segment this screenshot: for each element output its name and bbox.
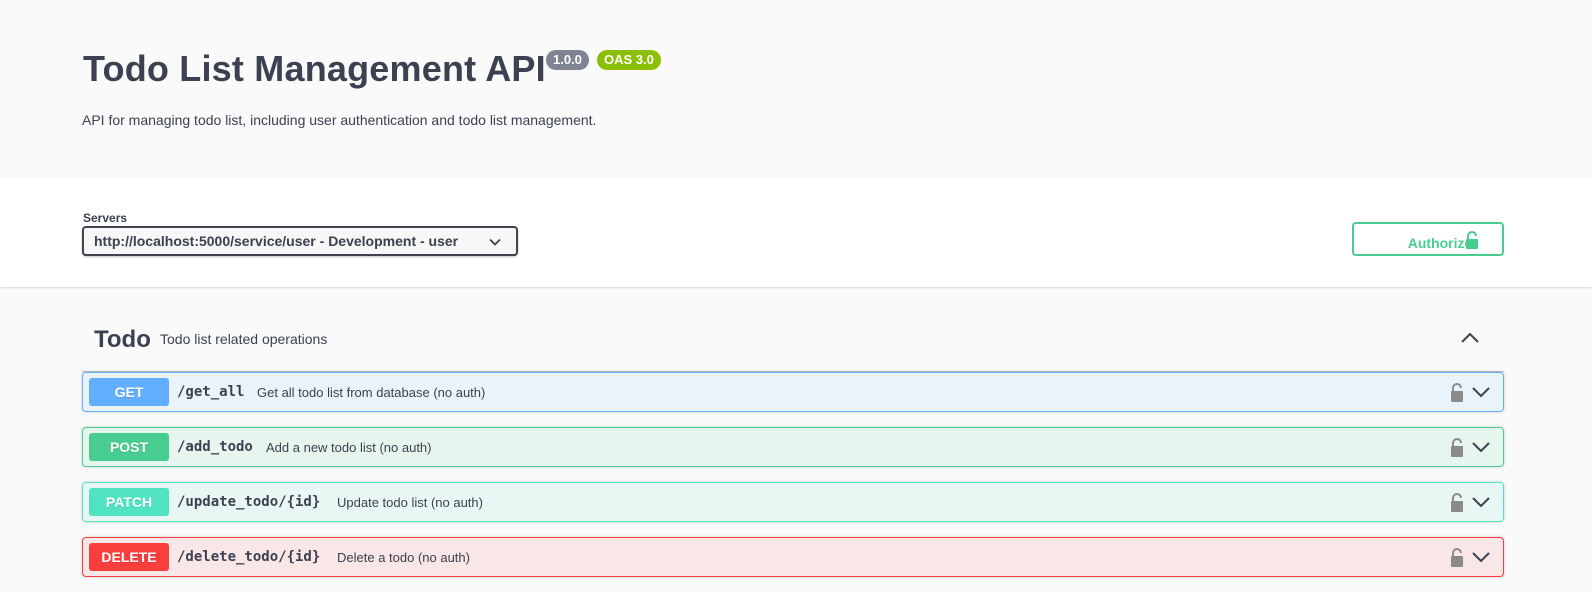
chevron-down-icon[interactable]: [1471, 383, 1491, 401]
api-title: Todo List Management API: [83, 48, 546, 89]
servers-label: Servers: [83, 211, 128, 225]
unlock-icon[interactable]: [1449, 492, 1465, 512]
method-badge: POST: [89, 433, 169, 461]
method-badge: PATCH: [89, 488, 169, 516]
chevron-up-icon[interactable]: [1460, 328, 1480, 348]
info-section: Todo List Management API 1.0.0 OAS 3.0 A…: [0, 0, 1592, 178]
oas-badge: OAS 3.0: [597, 50, 661, 70]
unlock-icon[interactable]: [1449, 547, 1465, 567]
unlock-icon[interactable]: [1449, 437, 1465, 457]
operation-add-todo[interactable]: POST /add_todo Add a new todo list (no a…: [82, 427, 1504, 467]
tag-todo[interactable]: Todo Todo list related operations: [82, 318, 1504, 372]
operation-update-todo[interactable]: PATCH /update_todo/{id} Update todo list…: [82, 482, 1504, 522]
api-description: API for managing todo list, including us…: [82, 112, 597, 128]
authorize-label: Authorize: [1407, 235, 1473, 251]
operation-summary: Get all todo list from database (no auth…: [257, 385, 486, 400]
operation-path: /get_all: [177, 384, 245, 400]
servers-select-value: http://localhost:5000/service/user - Dev…: [94, 233, 459, 249]
chevron-down-icon[interactable]: [1471, 438, 1491, 456]
method-badge: GET: [89, 378, 169, 406]
operation-summary: Add a new todo list (no auth): [266, 440, 432, 455]
operation-delete-todo[interactable]: DELETE /delete_todo/{id} Delete a todo (…: [82, 537, 1504, 577]
tag-name: Todo: [94, 326, 151, 353]
method-badge: DELETE: [89, 543, 169, 571]
operation-path: /add_todo: [177, 439, 253, 455]
authorize-button[interactable]: Authorize: [1352, 222, 1504, 256]
operation-get-all[interactable]: GET /get_all Get all todo list from data…: [82, 372, 1504, 412]
chevron-down-icon[interactable]: [1471, 548, 1491, 566]
chevron-down-icon: [489, 238, 501, 246]
tag-description: Todo list related operations: [160, 331, 328, 347]
chevron-down-icon[interactable]: [1471, 493, 1491, 511]
unlock-icon: [1466, 231, 1478, 249]
servers-select[interactable]: http://localhost:5000/service/user - Dev…: [82, 226, 518, 256]
operation-summary: Delete a todo (no auth): [337, 550, 470, 565]
unlock-icon[interactable]: [1449, 382, 1465, 402]
operation-summary: Update todo list (no auth): [337, 495, 483, 510]
version-badge: 1.0.0: [546, 50, 589, 70]
scheme-container: Servers http://localhost:5000/service/us…: [0, 178, 1592, 287]
operation-path: /delete_todo/{id}: [177, 549, 321, 565]
operation-path: /update_todo/{id}: [177, 494, 321, 510]
